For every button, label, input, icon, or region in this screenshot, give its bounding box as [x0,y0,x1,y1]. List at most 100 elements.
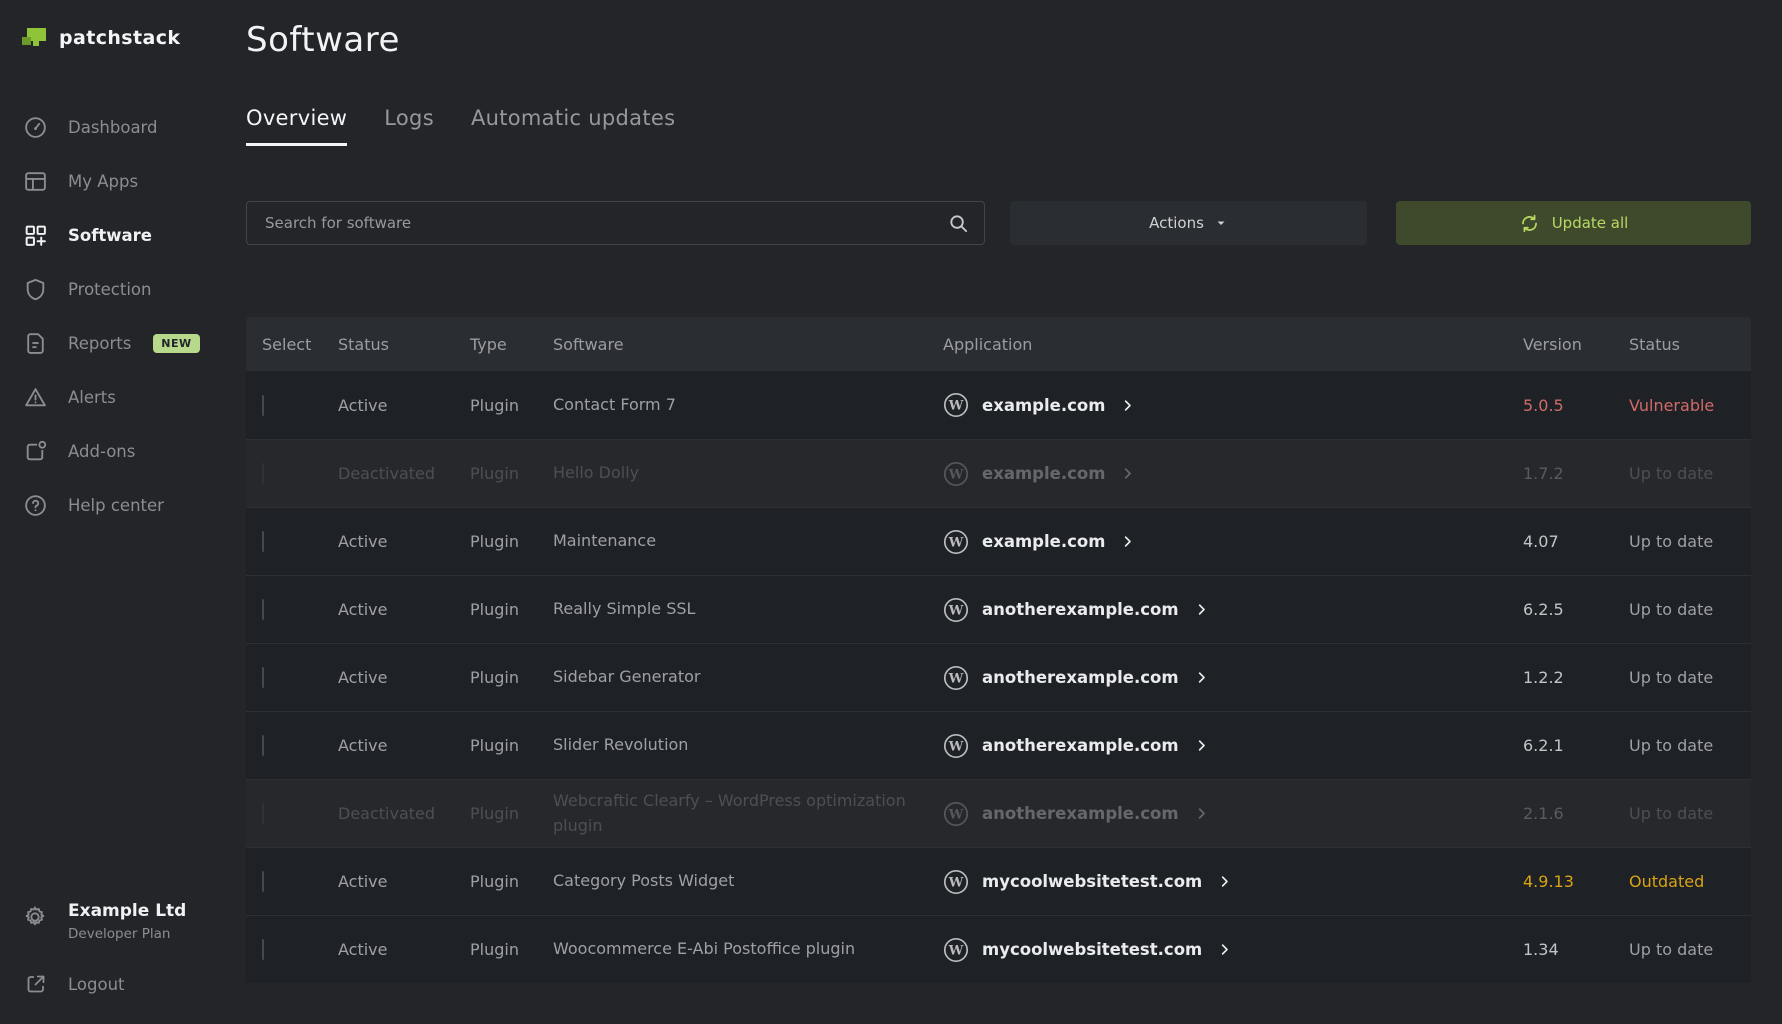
row-application-name: example.com [982,532,1105,551]
row-type: Plugin [470,464,553,483]
patchstack-logo-icon [20,26,48,50]
row-application-link[interactable]: W anotherexample.com [943,733,1523,759]
row-software-name: Hello Dolly [553,457,943,490]
row-type: Plugin [470,600,553,619]
row-application-link[interactable]: W anotherexample.com [943,665,1523,691]
table-row: Active Plugin Really Simple SSL W anothe… [246,575,1751,643]
row-type: Plugin [470,396,553,415]
account-settings[interactable]: Example Ltd Developer Plan [0,891,246,952]
row-status: Deactivated [338,804,470,823]
chevron-right-icon [1120,466,1135,481]
row-select-checkbox[interactable] [262,463,264,484]
row-select-checkbox[interactable] [262,803,264,824]
col-header-application: Application [943,335,1523,354]
update-all-button[interactable]: Update all [1396,201,1751,245]
table-header-row: Select Status Type Software Application … [246,317,1751,371]
row-select-checkbox[interactable] [262,531,264,552]
tab-overview[interactable]: Overview [246,106,347,146]
wordpress-icon: W [943,461,969,487]
row-application-name: anotherexample.com [982,600,1179,619]
row-type: Plugin [470,668,553,687]
sidebar-item-help-center[interactable]: Help center [0,478,246,532]
col-header-update-status: Status [1629,335,1735,354]
row-select-checkbox[interactable] [262,939,264,960]
row-software-name: Sidebar Generator [553,661,943,694]
sidebar-item-alerts[interactable]: Alerts [0,370,246,424]
sidebar-item-label: Protection [68,280,151,299]
row-select-checkbox[interactable] [262,667,264,688]
table-row: Active Plugin Maintenance W example.com … [246,507,1751,575]
chevron-right-icon [1120,398,1135,413]
col-header-software: Software [553,335,943,354]
row-version: 1.2.2 [1523,668,1629,687]
sidebar-item-label: Add-ons [68,442,135,461]
row-select-checkbox[interactable] [262,871,264,892]
row-application-link[interactable]: W example.com [943,461,1523,487]
row-application-name: mycoolwebsitetest.com [982,872,1202,891]
row-update-status: Up to date [1629,600,1735,619]
wordpress-icon: W [943,529,969,555]
row-software-name: Really Simple SSL [553,593,943,626]
row-update-status: Up to date [1629,532,1735,551]
row-application-name: example.com [982,464,1105,483]
row-select-checkbox[interactable] [262,599,264,620]
wordpress-icon: W [943,937,969,963]
row-application-name: anotherexample.com [982,668,1179,687]
row-software-name: Maintenance [553,525,943,558]
row-type: Plugin [470,940,553,959]
sidebar-item-protection[interactable]: Protection [0,262,246,316]
svg-text:W: W [948,399,964,414]
shield-icon [22,276,48,302]
tab-logs[interactable]: Logs [384,106,434,146]
wordpress-icon: W [943,733,969,759]
table-row: Deactivated Plugin Webcraftic Clearfy – … [246,779,1751,847]
svg-text:W: W [948,943,964,958]
actions-label: Actions [1149,214,1204,232]
table-row: Deactivated Plugin Hello Dolly W example… [246,439,1751,507]
row-application-link[interactable]: W mycoolwebsitetest.com [943,937,1523,963]
report-icon [22,330,48,356]
svg-text:W: W [948,467,964,482]
row-application-link[interactable]: W anotherexample.com [943,801,1523,827]
sidebar-item-software[interactable]: Software [0,208,246,262]
software-table: Select Status Type Software Application … [246,317,1751,983]
sidebar-item-reports[interactable]: Reports NEW [0,316,246,370]
chevron-right-icon [1194,806,1209,821]
search-box[interactable] [246,201,985,245]
software-icon [22,222,48,248]
svg-text:W: W [948,535,964,550]
tab-automatic-updates[interactable]: Automatic updates [471,106,675,146]
col-header-status: Status [338,335,470,354]
row-select-checkbox[interactable] [262,735,264,756]
row-select-checkbox[interactable] [262,395,264,416]
row-update-status: Up to date [1629,940,1735,959]
row-application-link[interactable]: W example.com [943,392,1523,418]
table-row: Active Plugin Category Posts Widget W my… [246,847,1751,915]
row-application-link[interactable]: W example.com [943,529,1523,555]
row-application-link[interactable]: W mycoolwebsitetest.com [943,869,1523,895]
wordpress-icon: W [943,869,969,895]
logout-button[interactable]: Logout [0,952,246,996]
patchstack-logo[interactable]: patchstack [0,26,246,50]
search-input[interactable] [265,214,947,232]
col-header-version: Version [1523,335,1629,354]
row-software-name: Contact Form 7 [553,389,943,422]
sidebar-item-add-ons[interactable]: Add-ons [0,424,246,478]
row-application-link[interactable]: W anotherexample.com [943,597,1523,623]
sidebar-item-label: Help center [68,496,164,515]
svg-text:W: W [948,671,964,686]
sidebar-item-dashboard[interactable]: Dashboard [0,100,246,154]
row-version: 5.0.5 [1523,396,1629,415]
row-software-name: Webcraftic Clearfy – WordPress optimizat… [553,785,943,843]
actions-button[interactable]: Actions [1010,201,1367,245]
row-update-status: Outdated [1629,872,1735,891]
sidebar-item-my-apps[interactable]: My Apps [0,154,246,208]
row-version: 4.07 [1523,532,1629,551]
wordpress-icon: W [943,392,969,418]
row-version: 1.7.2 [1523,464,1629,483]
row-version: 6.2.5 [1523,600,1629,619]
row-software-name: Category Posts Widget [553,865,943,898]
svg-text:W: W [948,875,964,890]
col-header-select: Select [262,335,338,354]
row-software-name: Slider Revolution [553,729,943,762]
